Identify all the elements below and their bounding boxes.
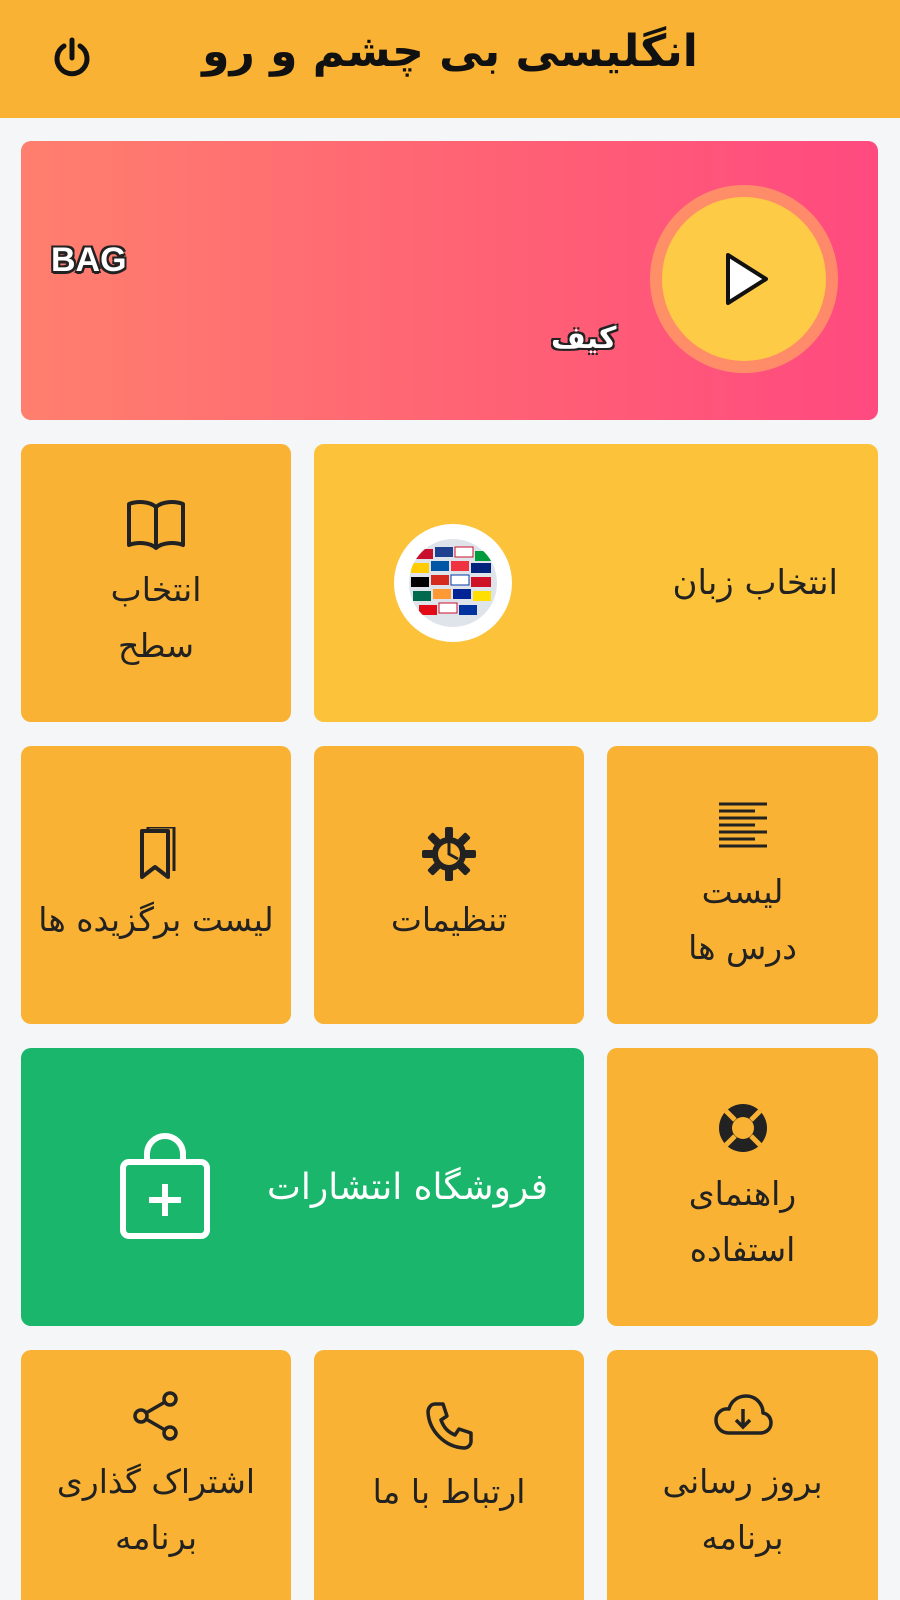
bookmark-icon [134,822,178,886]
lessons-label-1: لیست [701,872,784,911]
select-level-label-1: انتخاب [110,570,202,609]
update-label-1: بروز رسانی [662,1462,823,1501]
play-icon [726,253,768,305]
update-label-2: برنامه [701,1518,784,1557]
settings-tile[interactable]: تنظیمات [314,746,584,1024]
select-language-tile[interactable]: انتخاب زبان [314,444,878,722]
contact-tile[interactable]: ارتباط با ما [314,1350,584,1600]
contact-label: ارتباط با ما [372,1472,526,1511]
word-persian: کیف [551,321,617,356]
share-label-1: اشتراک گذاری [56,1462,256,1501]
guide-label-1: راهنمای [688,1174,797,1213]
store-label: فروشگاه انتشارات [266,1166,548,1208]
select-level-label-2: سطح [117,626,195,665]
settings-label: تنظیمات [390,900,508,939]
app-title: انگلیسی بی چشم و رو [202,26,698,77]
book-icon [125,492,187,556]
lifebuoy-icon [716,1096,770,1160]
globe-flags-icon [394,524,512,642]
phone-icon [423,1394,475,1458]
guide-tile[interactable]: راهنمای استفاده [607,1048,878,1326]
share-icon [130,1384,182,1448]
store-tile[interactable]: فروشگاه انتشارات [21,1048,584,1326]
gear-icon [420,822,478,886]
word-english: BAG [51,241,127,279]
lessons-label-2: درس ها [688,928,797,967]
play-button-inner [662,197,826,361]
favorites-label: لیست برگزیده ها [38,900,274,939]
select-language-label: انتخاب زبان [672,563,838,603]
power-icon [54,37,90,77]
select-level-tile[interactable]: انتخاب سطح [21,444,291,722]
app-header: انگلیسی بی چشم و رو [0,0,900,118]
update-tile[interactable]: بروز رسانی برنامه [607,1350,878,1600]
shopping-bag-plus-icon [117,1132,213,1246]
cloud-download-icon [713,1384,773,1448]
power-button[interactable] [46,32,98,84]
lessons-tile[interactable]: لیست درس ها [607,746,878,1024]
word-banner[interactable]: BAG کیف [21,141,878,420]
favorites-tile[interactable]: لیست برگزیده ها [21,746,291,1024]
share-tile[interactable]: اشتراک گذاری برنامه [21,1350,291,1600]
list-icon [715,794,771,858]
share-label-2: برنامه [115,1518,198,1557]
guide-label-2: استفاده [689,1230,796,1269]
play-button[interactable] [650,185,838,373]
